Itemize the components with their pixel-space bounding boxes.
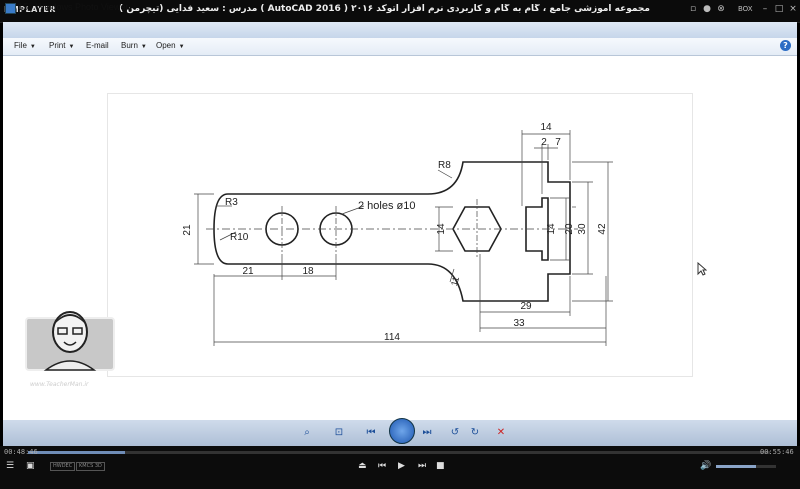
- label-r10: R10: [230, 232, 249, 243]
- minimize-icon[interactable]: –: [760, 4, 770, 14]
- mouse-cursor-icon: [697, 262, 707, 276]
- eject-icon[interactable]: ⏏: [358, 461, 367, 471]
- time-current: 00:48:46: [4, 448, 38, 456]
- time-total: 00:55:46: [760, 448, 794, 456]
- menu-print[interactable]: Print ▼: [49, 41, 74, 50]
- stop-icon[interactable]: ■: [436, 461, 445, 471]
- previous-track-icon[interactable]: ⏮: [378, 461, 386, 471]
- chevron-down-icon: ▼: [68, 44, 75, 50]
- label-2: 2: [541, 137, 547, 148]
- watermark-url: www.TeacherMan.ir: [30, 381, 89, 388]
- label-14-side: 14: [546, 223, 557, 235]
- photo-viewer-app-icon: [5, 3, 16, 14]
- label-114: 114: [384, 332, 400, 343]
- menu-open[interactable]: Open ▼: [156, 41, 185, 50]
- label-30: 30: [577, 223, 588, 235]
- slideshow-icon[interactable]: [389, 418, 415, 444]
- help-icon[interactable]: ?: [780, 40, 791, 51]
- playlist-icon[interactable]: ▣: [26, 461, 35, 471]
- label-21-vertical: 21: [182, 224, 193, 236]
- menu-print-label: Print: [49, 41, 66, 50]
- label-holes: 2 holes ø10: [358, 200, 415, 212]
- menu-burn-label: Burn: [121, 41, 138, 50]
- teacherman-logo: [24, 300, 116, 392]
- player-video-title: مجموعه آموزشی جامع ، گام به گام و کاربرد…: [120, 4, 650, 14]
- menu-email[interactable]: E-mail: [86, 41, 109, 50]
- label-11: 11: [449, 275, 461, 287]
- viewer-title-bar: [3, 22, 797, 38]
- chevron-down-icon: ▼: [29, 44, 36, 50]
- label-14-top: 14: [540, 122, 552, 133]
- menu-icon[interactable]: ☰: [6, 461, 14, 471]
- maximize-icon[interactable]: □: [774, 4, 784, 14]
- close-small-icon[interactable]: ⊗: [716, 4, 726, 14]
- seek-progress: [28, 451, 125, 454]
- settings-icon[interactable]: ●: [702, 4, 712, 14]
- menu-email-label: E-mail: [86, 41, 109, 50]
- seek-bar[interactable]: [28, 451, 770, 454]
- label-33: 33: [513, 318, 525, 329]
- menu-file[interactable]: File ▼: [14, 41, 36, 50]
- close-icon[interactable]: ×: [788, 4, 798, 14]
- menu-burn[interactable]: Burn ▼: [121, 41, 147, 50]
- volume-icon[interactable]: 🔊: [700, 461, 711, 471]
- next-icon[interactable]: ⏭: [420, 424, 434, 442]
- previous-icon[interactable]: ⏮: [364, 424, 378, 442]
- label-42: 42: [597, 223, 608, 235]
- menu-open-label: Open: [156, 41, 176, 50]
- label-r8: R8: [438, 160, 451, 171]
- zoom-icon[interactable]: ⌕: [298, 424, 316, 442]
- delete-icon[interactable]: ✕: [494, 424, 508, 442]
- label-14-hex: 14: [436, 223, 447, 235]
- label-7: 7: [555, 137, 561, 148]
- fit-icon[interactable]: ⊡: [332, 424, 346, 442]
- pin-icon[interactable]: ▫: [688, 4, 698, 14]
- rotate-left-icon[interactable]: ↺: [448, 424, 462, 442]
- drawing-image: R8 R3 R10 2 holes ø10 21 21 18 14 2 7 14…: [108, 94, 692, 376]
- box-button[interactable]: BOX: [738, 5, 753, 13]
- chevron-down-icon: ▼: [178, 44, 185, 50]
- menu-file-label: File: [14, 41, 27, 50]
- rotate-right-icon[interactable]: ↻: [468, 424, 482, 442]
- label-20: 20: [564, 223, 575, 235]
- viewer-window-title: 15 - Windows Photo Viewer: [18, 2, 129, 12]
- hwdec-badge[interactable]: HWDEC: [50, 462, 76, 471]
- play-icon[interactable]: ▶: [398, 461, 405, 471]
- kmcs-badge[interactable]: KMCS 3D: [76, 462, 105, 471]
- part-outline: [213, 161, 571, 302]
- label-r3: R3: [225, 197, 238, 208]
- label-21-horizontal: 21: [242, 266, 254, 277]
- label-18: 18: [302, 266, 314, 277]
- label-29: 29: [520, 301, 532, 312]
- next-track-icon[interactable]: ⏭: [418, 461, 426, 471]
- construction-lines: [194, 130, 613, 346]
- chevron-down-icon: ▼: [140, 44, 147, 50]
- volume-level: [716, 465, 756, 468]
